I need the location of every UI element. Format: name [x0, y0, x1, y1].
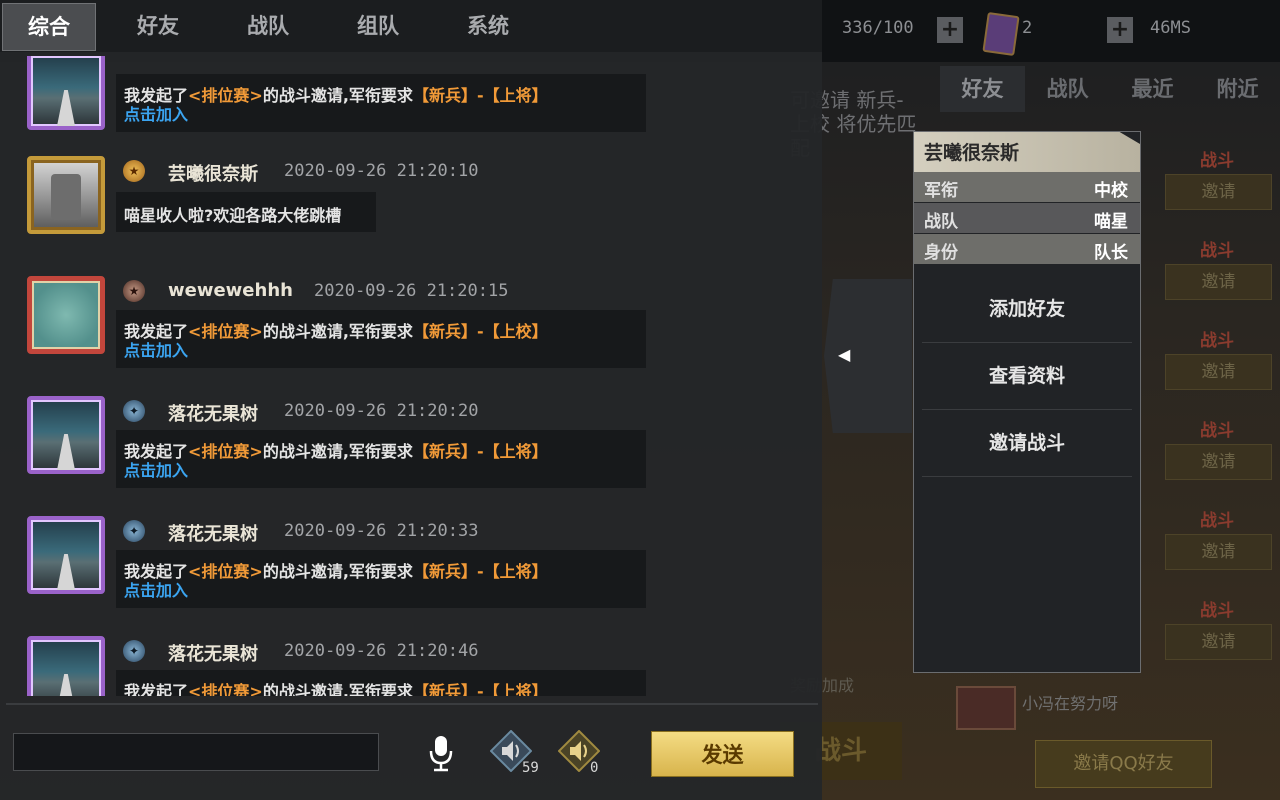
invite-qq-button[interactable]: 邀请QQ好友 [1035, 740, 1212, 788]
sender-name[interactable]: 落花无果树 [168, 640, 258, 666]
sender-avatar[interactable] [27, 516, 105, 594]
message-time: 2020-09-26 21:20:15 [314, 281, 509, 301]
invite-battle-button[interactable]: 邀请战斗 [922, 410, 1132, 477]
popup-header: 芸曦很奈斯 [914, 132, 1140, 172]
message-text: 喵星收人啦?欢迎各路大佬跳槽 [124, 206, 342, 225]
join-link[interactable]: 点击加入 [124, 457, 188, 481]
invite-button[interactable]: 邀请 [1165, 354, 1272, 390]
player-name: 芸曦很奈斯 [924, 142, 1020, 164]
message-bubble: 我发起了<排位赛>的战斗邀请,军衔要求【新兵】-【上校】 点击加入 [116, 310, 646, 368]
join-link[interactable]: 点击加入 [124, 337, 188, 361]
rank-icon: ✦ [123, 520, 145, 542]
card-icon [982, 11, 1020, 57]
sender-avatar[interactable] [27, 56, 105, 130]
list-item: 战斗 邀请 [1160, 500, 1272, 590]
list-item: 战斗 邀请 [1160, 410, 1272, 500]
friend-avatar [956, 686, 1016, 730]
chat-message: ★ wewewehhh 2020-09-26 21:20:15 我发起了<排位赛… [0, 272, 822, 392]
rank-icon: ✦ [123, 400, 145, 422]
tab-clan-chat[interactable]: 战队 [222, 3, 314, 49]
sender-name[interactable]: 落花无果树 [168, 520, 258, 546]
rank-icon: ✦ [123, 640, 145, 662]
message-bubble: 我发起了<排位赛>的战斗邀请,军衔要求【新兵】-【上将】 点击加入 [116, 74, 646, 132]
microphone-icon[interactable] [426, 733, 456, 773]
chat-panel: 综合 好友 战队 组队 系统 我发起了<排位赛>的战斗邀请,军衔要求【新兵】-【… [0, 0, 822, 800]
sender-avatar[interactable] [27, 156, 105, 234]
card-count: 2 [1022, 18, 1033, 38]
sender-avatar[interactable] [27, 636, 105, 696]
team-voice-count: 59 [522, 760, 539, 776]
friend-name: 小冯在努力呀 [1022, 694, 1119, 713]
chat-message: ✦ 落花无果树 2020-09-26 21:20:20 我发起了<排位赛>的战斗… [0, 392, 822, 512]
sender-name[interactable]: wewewehhh [168, 280, 293, 301]
add-stamina-button[interactable]: + [937, 17, 963, 43]
join-link[interactable]: 点击加入 [124, 101, 188, 125]
room-voice-count: 0 [590, 760, 599, 776]
info-row-clan: 战队 喵星 [914, 203, 1140, 233]
info-row-rank: 军衔 中校 [914, 172, 1140, 202]
sender-avatar[interactable] [27, 396, 105, 474]
list-item: 战斗 邀请 [1160, 320, 1272, 410]
triangle-left-icon: ◀ [838, 345, 851, 364]
message-time: 2020-09-26 21:20:20 [284, 401, 479, 421]
invite-button[interactable]: 邀请 [1165, 174, 1272, 210]
message-text: 我发起了<排位赛>的战斗邀请,军衔要求【新兵】-【上将】 [124, 682, 548, 696]
tab-team-chat[interactable]: 组队 [332, 3, 424, 49]
player-profile-popup: 芸曦很奈斯 军衔 中校 战队 喵星 身份 队长 添加好友 查看资料 邀请战斗 [913, 131, 1141, 673]
rank-icon: ★ [123, 280, 145, 302]
chat-input[interactable] [13, 733, 379, 771]
invite-button[interactable]: 邀请 [1165, 264, 1272, 300]
friend-list-tabs: 好友 战队 最近 附近 [940, 66, 1280, 112]
collapse-popup-button[interactable]: ◀ [824, 279, 912, 433]
message-bubble: 我发起了<排位赛>的战斗邀请,军衔要求【新兵】-【上将】 点击加入 [116, 430, 646, 488]
list-item: 战斗 邀请 [1160, 590, 1272, 680]
add-friend-button[interactable]: 添加好友 [922, 276, 1132, 343]
message-time: 2020-09-26 21:20:33 [284, 521, 479, 541]
list-item: 战斗 邀请 [1160, 230, 1272, 320]
join-link[interactable]: 点击加入 [124, 577, 188, 601]
invite-button[interactable]: 邀请 [1165, 444, 1272, 480]
invite-button[interactable]: 邀请 [1165, 534, 1272, 570]
chat-tabs: 综合 好友 战队 组队 系统 [0, 0, 822, 52]
message-bubble: 喵星收人啦?欢迎各路大佬跳槽 [116, 192, 376, 232]
view-profile-button[interactable]: 查看资料 [922, 343, 1132, 410]
message-bubble: 我发起了<排位赛>的战斗邀请,军衔要求【新兵】-【上将】 点击加入 [116, 550, 646, 608]
list-item: 战斗 邀请 [1160, 140, 1272, 230]
sender-name[interactable]: 芸曦很奈斯 [168, 160, 258, 186]
info-row-role: 身份 队长 [914, 234, 1140, 264]
add-card-button[interactable]: + [1107, 17, 1133, 43]
tab-friends[interactable]: 好友 [940, 66, 1025, 112]
friend-invite-list: 战斗 邀请 战斗 邀请 战斗 邀请 战斗 邀请 战斗 邀请 战斗 邀请 [1160, 140, 1272, 680]
invite-button[interactable]: 邀请 [1165, 624, 1272, 660]
message-time: 2020-09-26 21:20:10 [284, 161, 479, 181]
send-button[interactable]: 发送 [651, 731, 794, 777]
tab-general[interactable]: 综合 [2, 3, 96, 51]
chat-message: ✦ 落花无果树 2020-09-26 21:20:46 我发起了<排位赛>的战斗… [0, 632, 822, 696]
input-divider [6, 703, 818, 705]
tab-system-chat[interactable]: 系统 [442, 3, 534, 49]
tab-recent[interactable]: 最近 [1110, 66, 1195, 112]
sender-name[interactable]: 落花无果树 [168, 400, 258, 426]
chat-message: ✦ 落花无果树 2020-09-26 21:20:33 我发起了<排位赛>的战斗… [0, 512, 822, 632]
message-bubble: 我发起了<排位赛>的战斗邀请,军衔要求【新兵】-【上将】 [116, 670, 646, 696]
ping-readout: 46MS [1150, 18, 1191, 38]
stamina-count: 336/100 [842, 18, 914, 38]
message-list[interactable]: 我发起了<排位赛>的战斗邀请,军衔要求【新兵】-【上将】 点击加入 ★ 芸曦很奈… [0, 56, 822, 696]
rank-icon: ★ [123, 160, 145, 182]
message-time: 2020-09-26 21:20:46 [284, 641, 479, 661]
chat-message: 我发起了<排位赛>的战斗邀请,军衔要求【新兵】-【上将】 点击加入 [0, 56, 822, 132]
tab-friends-chat[interactable]: 好友 [112, 3, 204, 49]
chat-message: ★ 芸曦很奈斯 2020-09-26 21:20:10 喵星收人啦?欢迎各路大佬… [0, 152, 822, 272]
tab-nearby[interactable]: 附近 [1195, 66, 1280, 112]
sender-avatar[interactable] [27, 276, 105, 354]
tab-clan[interactable]: 战队 [1025, 66, 1110, 112]
